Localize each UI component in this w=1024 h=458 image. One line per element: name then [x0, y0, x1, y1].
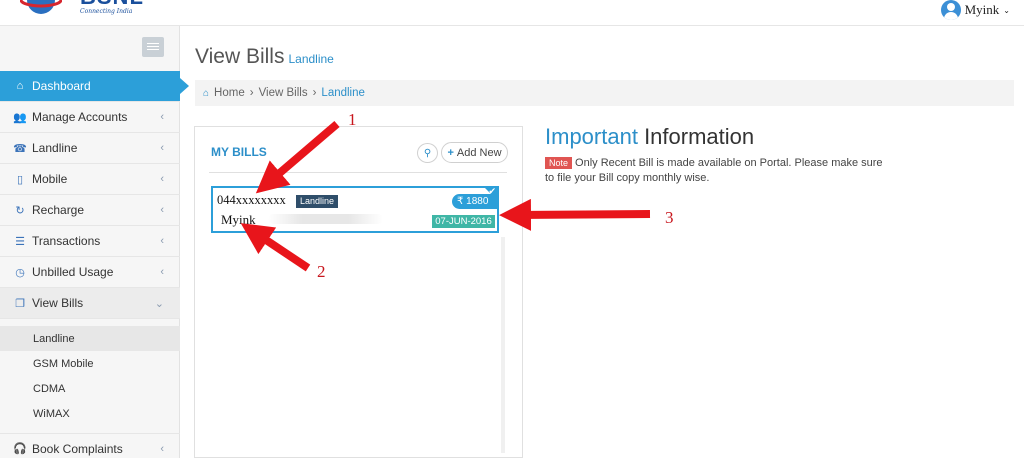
my-bills-panel: MY BILLS ⚲ + Add New 044xxxxxxxx Landlin… [194, 126, 523, 458]
sidebar-item-book-complaints[interactable]: 🎧 Book Complaints ‹ [0, 433, 180, 458]
annotation-label-2: 2 [317, 262, 326, 281]
info-note: Note Only Recent Bill is made available o… [545, 156, 885, 186]
sidebar-item-label: Recharge [32, 203, 85, 217]
list-icon: ☰ [15, 235, 25, 248]
globe-logo-icon [20, 0, 62, 14]
sidebar-item-unbilled-usage[interactable]: ◷ Unbilled Usage ‹ [0, 257, 180, 288]
check-icon: ✔ [488, 186, 496, 196]
sidebar-subitem-gsm-mobile[interactable]: GSM Mobile [0, 351, 180, 376]
users-icon: 👥 [13, 111, 27, 124]
chevron-left-icon: ‹ [160, 266, 164, 278]
sidebar-subitem-label: WiMAX [33, 407, 70, 420]
sidebar-subitem-landline[interactable]: Landline [0, 326, 180, 351]
note-badge: Note [545, 157, 573, 169]
breadcrumb-separator-icon: › [312, 87, 317, 99]
chevron-down-icon: ⌄ [1003, 5, 1010, 15]
chevron-left-icon: ‹ [160, 442, 164, 455]
top-bar: BSNL Connecting India Myink ⌄ [0, 0, 1024, 26]
note-text: Only Recent Bill is made available on Po… [545, 157, 883, 184]
my-bills-heading: MY BILLS [211, 145, 267, 159]
redacted-blur [268, 214, 383, 224]
search-button[interactable]: ⚲ [417, 143, 438, 163]
sidebar-item-recharge[interactable]: ↻ Recharge ‹ [0, 195, 180, 226]
sidebar-item-label: Book Complaints [32, 441, 123, 456]
sidebar-subitem-label: Landline [33, 332, 75, 345]
info-title-rest: Information [644, 124, 755, 149]
headset-icon: 🎧 [13, 443, 27, 455]
sidebar-item-view-bills[interactable]: ❐ View Bills ⌄ [0, 288, 180, 319]
chevron-left-icon: ‹ [160, 111, 164, 123]
bill-card[interactable]: 044xxxxxxxx Landline Myink ₹ 1880 ✔ 07-J… [211, 186, 499, 233]
refresh-icon: ↻ [15, 204, 25, 217]
page-subtitle: Landline [288, 52, 334, 66]
mobile-icon: ▯ [16, 173, 24, 186]
user-menu[interactable]: Myink ⌄ [940, 0, 1010, 20]
scrollbar[interactable] [501, 237, 505, 453]
bill-customer-name: Myink [221, 212, 256, 227]
sidebar-item-landline[interactable]: ☎ Landline ‹ [0, 133, 180, 164]
annotation-label-3: 3 [665, 208, 674, 227]
divider [209, 172, 507, 173]
plus-icon: + [447, 146, 454, 159]
bill-account-number: 044xxxxxxxx [217, 193, 286, 207]
sidebar-item-label: Landline [32, 141, 78, 155]
sidebar-item-dashboard[interactable]: ⌂ Dashboard [0, 71, 189, 102]
annotation-label-1: 1 [348, 110, 357, 129]
chevron-left-icon: ‹ [160, 204, 164, 216]
breadcrumb-view-bills[interactable]: View Bills [259, 87, 308, 99]
bill-type-badge: Landline [296, 195, 339, 208]
breadcrumb: ⌂ Home › View Bills › Landline [195, 80, 1014, 106]
info-title: Important Information [545, 124, 754, 150]
main-content: View Bills Landline ⌂ Home › View Bills ›… [180, 26, 1024, 458]
brand-tagline: Connecting India [80, 8, 133, 15]
avatar [940, 0, 961, 20]
sidebar-subitem-label: CDMA [33, 382, 66, 395]
phone-icon: ☎ [13, 142, 27, 155]
info-title-highlight: Important [545, 124, 638, 149]
menu-toggle-button[interactable] [142, 37, 164, 57]
sidebar-subitem-cdma[interactable]: CDMA [0, 376, 180, 401]
chevron-left-icon: ‹ [160, 142, 164, 154]
breadcrumb-current: Landline [321, 87, 365, 99]
chevron-down-icon: ⌄ [154, 297, 164, 310]
sidebar-item-manage-accounts[interactable]: 👥 Manage Accounts ‹ [0, 102, 180, 133]
sidebar-item-label: Mobile [32, 172, 68, 186]
sidebar-subitem-wimax[interactable]: WiMAX [0, 401, 180, 426]
clock-icon: ◷ [15, 266, 25, 279]
chevron-left-icon: ‹ [160, 235, 164, 247]
sidebar-item-mobile[interactable]: ▯ Mobile ‹ [0, 164, 180, 195]
copy-icon: ❐ [15, 297, 25, 310]
chevron-left-icon: ‹ [160, 173, 164, 185]
sidebar-item-label: Unbilled Usage [32, 265, 114, 279]
sidebar-subitem-label: GSM Mobile [33, 357, 94, 370]
breadcrumb-separator-icon: › [249, 87, 254, 99]
user-name: Myink [964, 2, 1000, 17]
home-icon: ⌂ [16, 80, 24, 92]
page-title: View Bills Landline [195, 45, 334, 69]
sidebar-item-label: Manage Accounts [32, 110, 128, 124]
sidebar-item-transactions[interactable]: ☰ Transactions ‹ [0, 226, 180, 257]
search-icon: ⚲ [423, 147, 432, 159]
add-new-button[interactable]: + Add New [441, 142, 508, 163]
sidebar-item-label: Transactions [32, 234, 101, 248]
add-new-label: Add New [456, 146, 502, 159]
breadcrumb-home[interactable]: Home [214, 87, 245, 99]
sidebar-item-label: View Bills [32, 296, 84, 310]
bill-date-badge: 07-JUN-2016 [432, 215, 495, 228]
home-icon: ⌂ [203, 87, 210, 99]
sidebar-item-label: Dashboard [32, 79, 91, 93]
page-title-text: View Bills [195, 45, 285, 68]
sidebar: ⌂ Dashboard 👥 Manage Accounts ‹ ☎ Landli… [0, 26, 189, 458]
